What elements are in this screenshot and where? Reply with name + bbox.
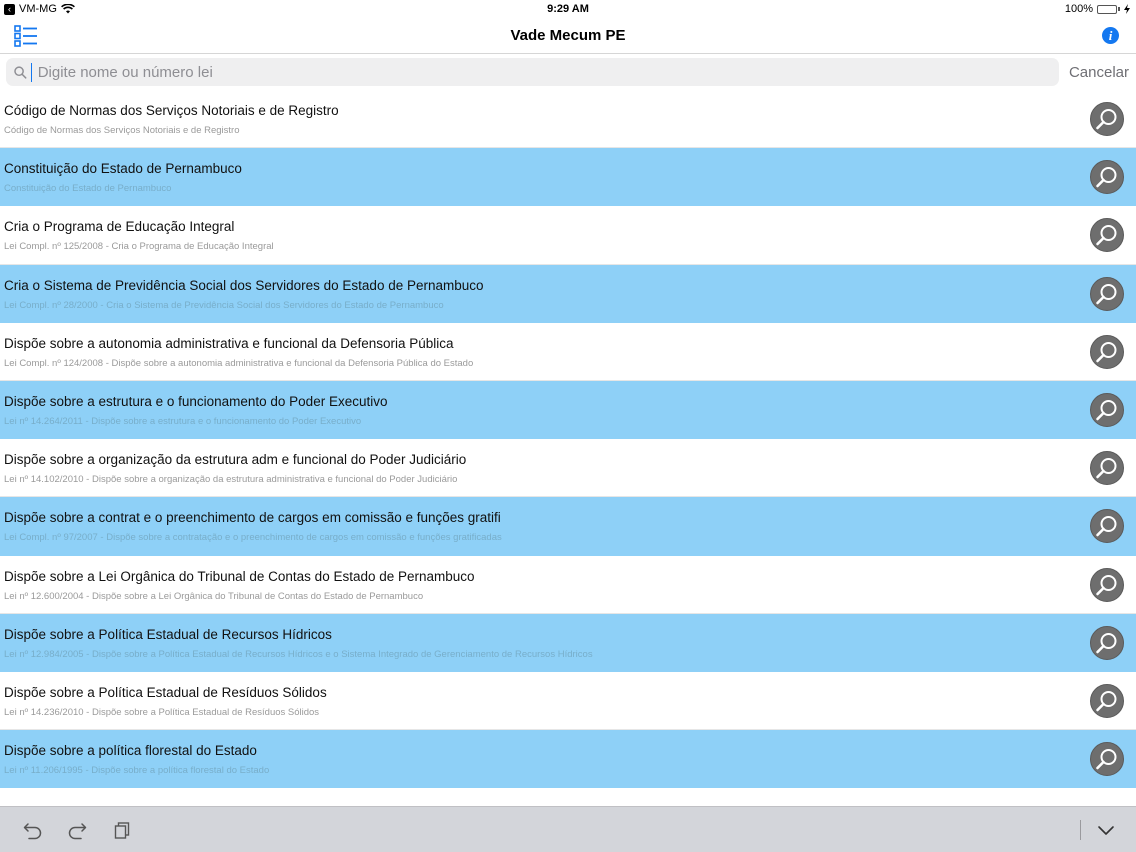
- law-subtitle: Lei nº 14.102/2010 - Dispõe sobre a orga…: [4, 474, 458, 486]
- paste-button[interactable]: [113, 820, 133, 840]
- magnifier-icon: [1096, 109, 1117, 130]
- magnifier-icon: [1096, 225, 1117, 246]
- law-row[interactable]: Código de Normas dos Serviços Notoriais …: [0, 90, 1136, 149]
- law-subtitle: Lei nº 14.264/2011 - Dispõe sobre a estr…: [4, 415, 362, 427]
- magnifier-icon: [1096, 167, 1117, 188]
- carrier-name: VM-MG: [19, 3, 57, 15]
- magnifier-icon: [1096, 399, 1117, 421]
- magnifier-icon: [1096, 283, 1117, 304]
- magnifier-icon: [1096, 341, 1117, 363]
- charging-icon: [1124, 4, 1130, 14]
- law-search-button[interactable]: [1090, 567, 1124, 602]
- law-search-button[interactable]: [1090, 276, 1124, 311]
- law-row[interactable]: Cria o Sistema de Previdência Social dos…: [0, 264, 1136, 323]
- status-time: 9:29 AM: [547, 3, 589, 15]
- law-row[interactable]: Dispõe sobre a Política Estadual de Resí…: [0, 672, 1136, 731]
- law-title: Dispõe sobre a Política Estadual de Resí…: [4, 684, 327, 700]
- search-row: Cancelar: [0, 54, 1136, 90]
- law-search-button[interactable]: [1090, 509, 1124, 544]
- law-subtitle: Constituição do Estado de Pernambuco: [4, 183, 172, 195]
- clipboard-icon: [114, 822, 130, 839]
- magnifier-icon: [1096, 458, 1117, 479]
- battery-icon: [1097, 4, 1117, 14]
- law-title: Dispõe sobre a Política Estadual de Recu…: [4, 626, 332, 642]
- law-search-button[interactable]: [1090, 218, 1124, 253]
- law-title: Cria o Sistema de Previdência Social dos…: [4, 277, 484, 293]
- status-left: ‹ VM-MG: [4, 3, 75, 15]
- law-row[interactable]: Dispõe sobre a organização da estrutura …: [0, 439, 1136, 498]
- cancel-button[interactable]: Cancelar: [1069, 64, 1129, 81]
- keyboard-toolbar: [0, 806, 1136, 852]
- law-title: Código de Normas dos Serviços Notoriais …: [4, 103, 339, 118]
- search-icon: [14, 65, 27, 79]
- law-search-button[interactable]: [1090, 102, 1124, 136]
- info-icon: i: [1108, 28, 1113, 43]
- undo-icon: [23, 823, 42, 840]
- law-subtitle: Lei nº 12.984/2005 - Dispõe sobre a Polí…: [4, 648, 593, 660]
- law-row[interactable]: Constituição do Estado de Pernambuco Cons…: [0, 148, 1136, 207]
- law-row[interactable]: Dispõe sobre a contrat e o preenchimento…: [0, 497, 1136, 556]
- law-search-button[interactable]: [1090, 451, 1124, 486]
- navigation-bar: Vade Mecum PE i: [0, 18, 1136, 54]
- page-title: Vade Mecum PE: [510, 27, 626, 44]
- law-title: Constituição do Estado de Pernambuco: [4, 161, 242, 177]
- magnifier-icon: [1096, 690, 1117, 712]
- law-title: Dispõe sobre a estrutura e o funcionamen…: [4, 393, 388, 409]
- search-box[interactable]: [6, 58, 1059, 86]
- status-bar: ‹ VM-MG 9:29 AM 100%: [0, 0, 1136, 18]
- law-row[interactable]: Dispõe sobre a política florestal do Est…: [0, 730, 1136, 789]
- dismiss-keyboard-button[interactable]: [1096, 820, 1116, 840]
- law-subtitle: Lei Compl. nº 97/2007 - Dispõe sobre a c…: [4, 532, 502, 544]
- law-title: Cria o Programa de Educação Integral: [4, 219, 235, 235]
- law-search-button[interactable]: [1090, 392, 1124, 427]
- redo-icon: [68, 823, 87, 840]
- law-subtitle: Lei nº 11.206/1995 - Dispõe sobre a polí…: [4, 765, 270, 777]
- menu-button[interactable]: [14, 25, 38, 47]
- law-subtitle: Lei Compl. nº 125/2008 - Cria o Programa…: [4, 241, 274, 253]
- law-subtitle: Código de Normas dos Serviços Notoriais …: [4, 125, 240, 136]
- law-search-button[interactable]: [1090, 742, 1124, 777]
- law-title: Dispõe sobre a Lei Orgânica do Tribunal …: [4, 568, 475, 584]
- law-search-button[interactable]: [1090, 683, 1124, 718]
- list-menu-icon: [14, 25, 37, 47]
- law-row[interactable]: Dispõe sobre a Política Estadual de Recu…: [0, 613, 1136, 672]
- magnifier-icon: [1096, 574, 1117, 595]
- law-subtitle: Lei nº 12.600/2004 - Dispõe sobre a Lei …: [4, 590, 424, 602]
- magnifier-icon: [1096, 749, 1117, 770]
- law-row[interactable]: Dispõe sobre a estrutura e o funcionamen…: [0, 380, 1136, 440]
- status-right: 100%: [1065, 3, 1130, 15]
- law-title: Dispõe sobre a organização da estrutura …: [4, 452, 467, 468]
- toolbar-divider: [1080, 820, 1081, 840]
- magnifier-icon: [1096, 516, 1117, 537]
- law-title: Dispõe sobre a contrat e o preenchimento…: [4, 510, 501, 526]
- redo-button[interactable]: [67, 820, 87, 840]
- undo-button[interactable]: [23, 820, 43, 840]
- law-list[interactable]: Código de Normas dos Serviços Notoriais …: [0, 90, 1136, 806]
- law-search-button[interactable]: [1090, 160, 1124, 195]
- magnifier-icon: [1096, 632, 1117, 653]
- wifi-icon: [60, 4, 75, 14]
- law-row[interactable]: Cria o Programa de Educação Integral Lei …: [0, 206, 1136, 265]
- law-subtitle: Lei nº 14.236/2010 - Dispõe sobre a Polí…: [4, 706, 320, 718]
- info-button[interactable]: i: [1102, 27, 1119, 44]
- chevron-down-icon: [1098, 826, 1114, 835]
- search-input[interactable]: [30, 62, 1059, 82]
- law-search-button[interactable]: [1090, 334, 1124, 369]
- law-subtitle: Lei Compl. nº 124/2008 - Dispõe sobre a …: [4, 357, 474, 369]
- law-title: Dispõe sobre a autonomia administrativa …: [4, 335, 454, 351]
- law-title: Dispõe sobre a política florestal do Est…: [4, 743, 257, 759]
- law-subtitle: Lei Compl. nº 28/2000 - Cria o Sistema d…: [4, 299, 444, 311]
- back-to-app-icon[interactable]: ‹: [4, 3, 15, 15]
- law-row[interactable]: Dispõe sobre a autonomia administrativa …: [0, 323, 1136, 381]
- law-row[interactable]: Dispõe sobre a Lei Orgânica do Tribunal …: [0, 556, 1136, 614]
- battery-percent: 100%: [1064, 3, 1093, 15]
- law-search-button[interactable]: [1090, 625, 1124, 660]
- battery-tip: [1118, 7, 1120, 11]
